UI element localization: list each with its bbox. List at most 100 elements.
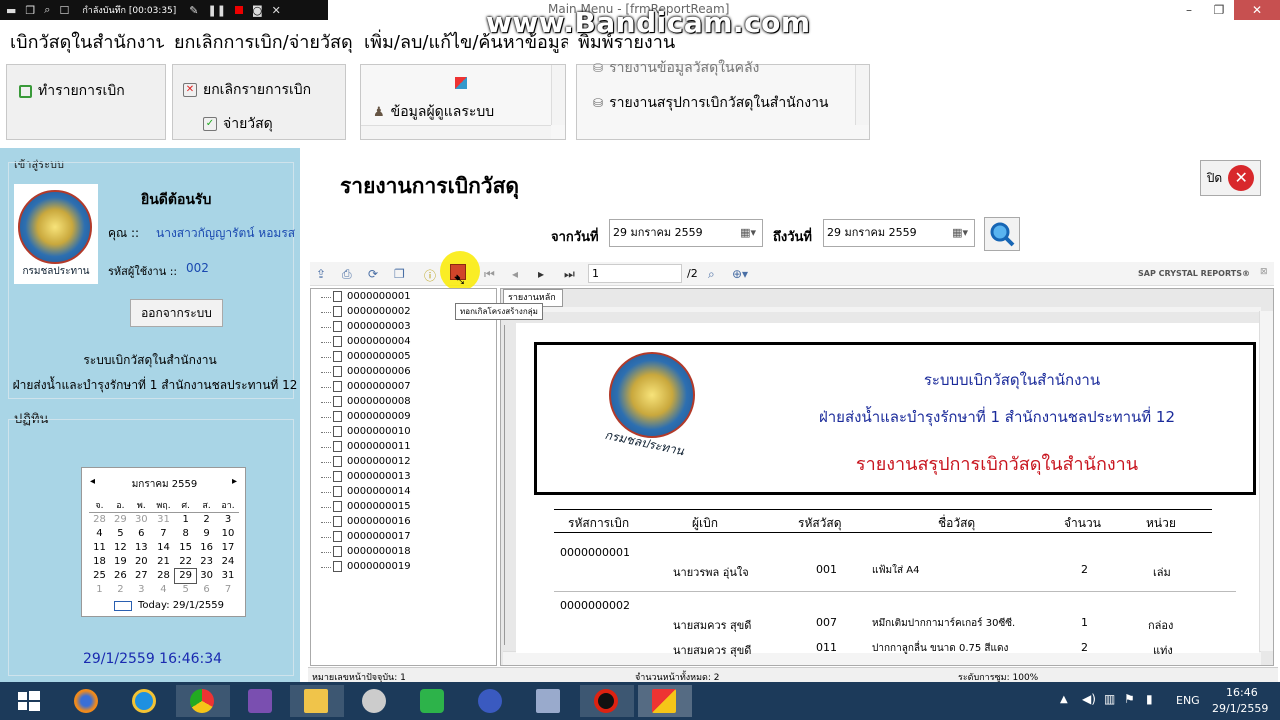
today-link[interactable]: Today: 29/1/2559 — [114, 600, 224, 611]
network-icon[interactable]: ▥ — [1104, 692, 1115, 706]
zoom-icon[interactable]: ⌕ — [44, 3, 50, 17]
minimize-button[interactable]: – — [1174, 0, 1204, 20]
next-month-button[interactable]: ▸ — [232, 476, 237, 487]
calendar-day[interactable]: 30 — [131, 513, 152, 527]
tree-item[interactable]: 0000000008 — [321, 396, 411, 407]
from-date-picker[interactable]: 29 มกราคม 2559 ▦▾ — [609, 219, 763, 247]
to-date-picker[interactable]: 29 มกราคม 2559 ▦▾ — [823, 219, 975, 247]
close-report-button[interactable]: ปิด ✕ — [1200, 160, 1261, 196]
vertical-scrollbar[interactable] — [855, 65, 869, 125]
taskbar-app-main[interactable] — [638, 685, 692, 717]
admin-data-button[interactable]: ♟ ข้อมูลผู้ดูแลระบบ — [373, 101, 494, 123]
month-calendar[interactable]: ◂ มกราคม 2559 ▸ จ. อ. พ. พฤ. ศ. ส. อา. 2… — [81, 467, 246, 617]
taskbar-ie[interactable] — [118, 685, 172, 717]
calendar-day[interactable]: 4 — [89, 527, 110, 541]
calendar-day[interactable]: 31 — [152, 513, 175, 527]
calendar-day[interactable]: 4 — [152, 583, 175, 597]
help-icon[interactable]: ⓘ — [424, 267, 436, 284]
calendar-day[interactable]: 7 — [152, 527, 175, 541]
tab-withdraw[interactable]: เบิกวัสดุในสำนักงาน — [4, 26, 164, 60]
close-button[interactable]: ✕ — [1234, 0, 1280, 20]
restore-icon[interactable]: ❐ — [25, 4, 35, 17]
calendar-day[interactable]: 20 — [131, 555, 152, 569]
calendar-day[interactable]: 27 — [131, 569, 152, 583]
calendar-day[interactable]: 17 — [217, 541, 239, 555]
calendar-day[interactable]: 22 — [175, 555, 196, 569]
calendar-day[interactable]: 6 — [196, 583, 217, 597]
tree-item[interactable]: 0000000003 — [321, 321, 411, 332]
page-number-input[interactable]: 1 — [588, 264, 682, 283]
tree-item[interactable]: 0000000013 — [321, 471, 411, 482]
taskbar-firefox[interactable] — [60, 685, 114, 717]
cancel-withdraw-button[interactable]: ✕ ยกเลิกรายการเบิก — [183, 79, 311, 101]
calendar-day[interactable]: 14 — [152, 541, 175, 555]
tree-item[interactable]: 0000000004 — [321, 336, 411, 347]
horizontal-scrollbar[interactable] — [361, 125, 551, 139]
tab-print-report[interactable]: พิมพ์รายงาน — [572, 26, 682, 60]
camera-icon[interactable]: ◙ — [252, 4, 263, 17]
calendar-day[interactable]: 29 — [110, 513, 131, 527]
tree-item[interactable]: 0000000007 — [321, 381, 411, 392]
calendar-day[interactable]: 11 — [89, 541, 110, 555]
calendar-day[interactable]: 7 — [217, 583, 239, 597]
tab-manage-data[interactable]: เพิ่ม/ลบ/แก้ไข/ค้นหาข้อมูล — [358, 26, 568, 60]
last-page-icon[interactable]: ⏭ — [564, 267, 575, 282]
calendar-day[interactable]: 1 — [175, 513, 196, 527]
calendar-day[interactable]: 25 — [89, 569, 110, 583]
taskbar-chrome[interactable] — [176, 685, 230, 717]
tree-item[interactable]: 0000000019 — [321, 561, 411, 572]
taskbar-app-notes[interactable] — [522, 685, 576, 717]
calendar-day[interactable]: 19 — [110, 555, 131, 569]
taskbar-visualstudio[interactable] — [234, 685, 288, 717]
tree-item[interactable]: 0000000010 — [321, 426, 411, 437]
language-indicator[interactable]: ENG — [1176, 694, 1200, 707]
clock-date[interactable]: 29/1/2559 — [1212, 702, 1268, 715]
taskbar-app-infinity[interactable] — [464, 685, 518, 717]
pencil-icon[interactable]: ✎ — [189, 4, 198, 17]
calendar-day[interactable]: 5 — [175, 583, 196, 597]
taskbar-app-tools[interactable] — [348, 685, 402, 717]
make-withdraw-button[interactable]: ทำรายการเบิก — [19, 80, 125, 102]
battery-icon[interactable]: ▮ — [1146, 692, 1153, 706]
calendar-day[interactable]: 2 — [110, 583, 131, 597]
calendar-day[interactable]: 16 — [196, 541, 217, 555]
calendar-day[interactable]: 9 — [196, 527, 217, 541]
taskbar-explorer[interactable] — [290, 685, 344, 717]
stock-report-button[interactable]: ⛁ รายงานข้อมูลวัสดุในคลัง — [593, 57, 759, 79]
calendar-day[interactable]: 5 — [110, 527, 131, 541]
calendar-day[interactable]: 21 — [152, 555, 175, 569]
calendar-day[interactable]: 30 — [196, 569, 217, 583]
logout-button[interactable]: ออกจากระบบ — [130, 299, 223, 327]
stop-icon[interactable] — [234, 6, 243, 14]
export-icon[interactable]: ⇪ — [316, 267, 326, 281]
tree-item[interactable]: 0000000016 — [321, 516, 411, 527]
tree-item[interactable]: 0000000015 — [321, 501, 411, 512]
find-icon[interactable]: ⌕ — [708, 267, 715, 282]
close-icon[interactable]: ✕ — [272, 4, 281, 17]
calendar-day[interactable]: 24 — [217, 555, 239, 569]
clock-time[interactable]: 16:46 — [1226, 686, 1258, 699]
next-page-icon[interactable]: ▸ — [538, 267, 544, 281]
calendar-day[interactable]: 15 — [175, 541, 196, 555]
calendar-day[interactable]: 31 — [217, 569, 239, 583]
taskbar-app-shield[interactable] — [406, 685, 460, 717]
tree-item[interactable]: 0000000014 — [321, 486, 411, 497]
tree-item[interactable]: 0000000012 — [321, 456, 411, 467]
group-tree[interactable]: 0000000001 0000000002 0000000003 0000000004… — [310, 288, 497, 666]
first-page-icon[interactable]: ⏮ — [484, 267, 495, 282]
tree-item[interactable]: 0000000017 — [321, 531, 411, 542]
volume-icon[interactable]: ◀) — [1082, 692, 1096, 706]
calendar-day[interactable]: 1 — [89, 583, 110, 597]
start-button[interactable] — [2, 685, 56, 717]
tree-item[interactable]: 0000000001 — [321, 291, 411, 302]
print-icon[interactable]: ⎙ — [342, 267, 352, 282]
calendar-day[interactable]: 12 — [110, 541, 131, 555]
zoom-icon[interactable]: ⊕▾ — [732, 267, 748, 281]
pause-icon[interactable]: ❚❚ — [208, 4, 226, 17]
calendar-day[interactable]: 2 — [196, 513, 217, 527]
tree-item[interactable]: 0000000002 — [321, 306, 411, 317]
calendar-day[interactable]: 6 — [131, 527, 152, 541]
minimize-icon[interactable]: ▬ — [6, 4, 16, 17]
vertical-scrollbar[interactable] — [1259, 311, 1273, 651]
tree-item[interactable]: 0000000006 — [321, 366, 411, 377]
